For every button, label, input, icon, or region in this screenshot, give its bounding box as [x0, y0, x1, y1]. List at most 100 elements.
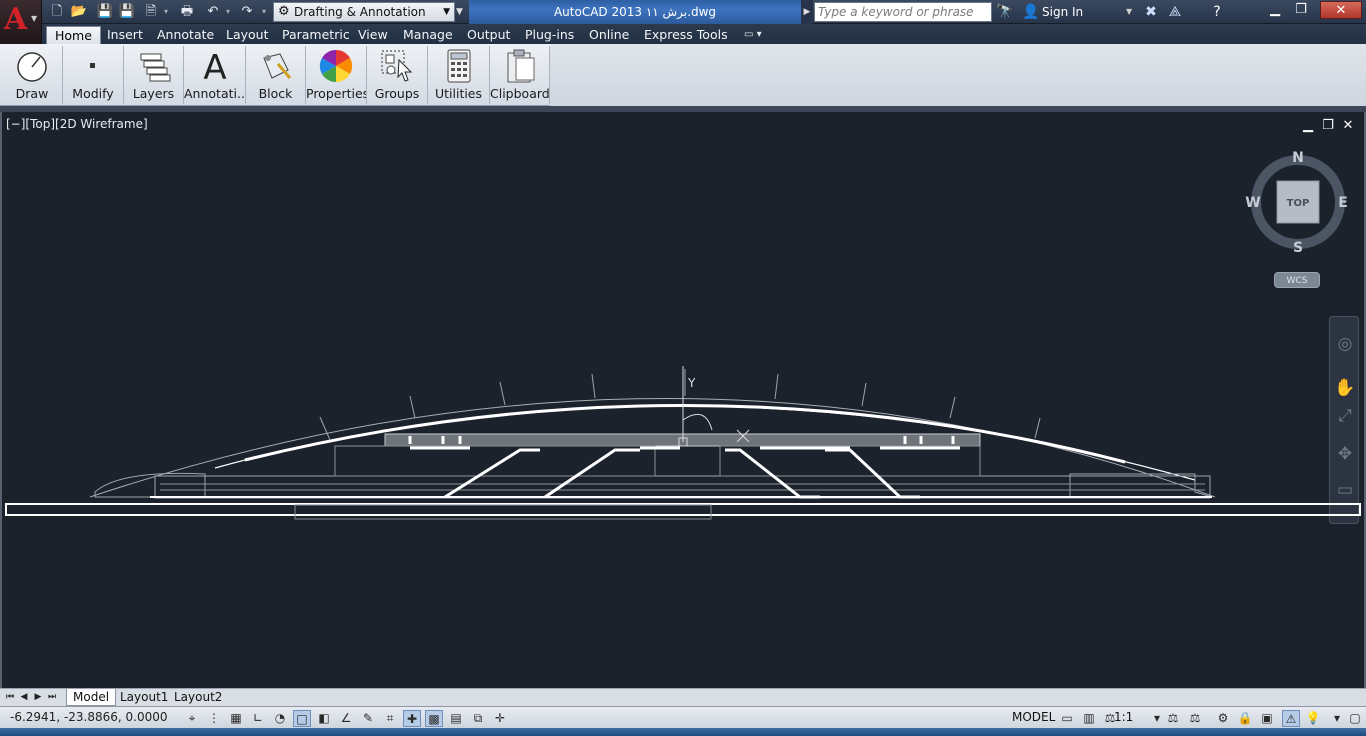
tab-output[interactable]: Output: [459, 26, 518, 44]
selection-cycling-icon[interactable]: ⧉: [469, 710, 487, 727]
undo-dropdown-icon[interactable]: ▾: [226, 3, 234, 21]
tab-express-tools[interactable]: Express Tools: [636, 26, 736, 44]
annotation-monitor-icon[interactable]: ✛: [491, 710, 509, 727]
tab-layout1[interactable]: Layout1: [114, 689, 174, 706]
infer-constraints-icon[interactable]: ⌖: [183, 710, 201, 727]
annotation-scale[interactable]: 1:1: [1114, 710, 1133, 724]
lock-icon[interactable]: 🔒: [1236, 710, 1254, 727]
3d-object-snap-icon[interactable]: ◧: [315, 710, 333, 727]
undo-icon[interactable]: ↶: [204, 3, 222, 21]
quick-view-drawings-icon[interactable]: ▥: [1080, 710, 1098, 727]
plot-icon[interactable]: 🖶: [178, 3, 196, 21]
snap-mode-icon[interactable]: ⋮: [205, 710, 223, 727]
light-bulb-icon[interactable]: 💡: [1304, 710, 1322, 727]
panel-utilities[interactable]: Utilities: [428, 46, 490, 104]
hardware-acceleration-icon[interactable]: ▣: [1258, 710, 1276, 727]
lineweight-icon[interactable]: ✚: [403, 710, 421, 727]
tab-home[interactable]: Home: [46, 26, 101, 44]
close-button[interactable]: ✕: [1320, 1, 1362, 19]
transparency-icon[interactable]: ▩: [425, 710, 443, 727]
panel-groups[interactable]: Groups: [367, 46, 428, 104]
clipboard-icon: [507, 49, 534, 83]
quick-properties-icon[interactable]: ▤: [447, 710, 465, 727]
text-icon: A: [203, 48, 226, 84]
ribbon-minimize-toggle[interactable]: ▭ ▾: [744, 28, 772, 42]
polar-tracking-icon[interactable]: ◔: [271, 710, 289, 727]
viewcube[interactable]: TOP N S E W: [1242, 148, 1354, 260]
application-menu-button[interactable]: A ▼: [0, 0, 42, 44]
publish-dropdown-icon[interactable]: ▾: [164, 3, 172, 21]
publish-icon[interactable]: 🗎: [142, 3, 160, 21]
customize-qat-icon[interactable]: ▼: [456, 2, 468, 22]
tab-parametric[interactable]: Parametric: [274, 26, 358, 44]
dynamic-ucs-icon[interactable]: ✎: [359, 710, 377, 727]
coordinate-readout[interactable]: -6.2941, -23.8866, 0.0000: [10, 710, 168, 724]
sign-in-button[interactable]: 👤 Sign In ▼: [1020, 2, 1140, 22]
autodesk-360-icon[interactable]: ⟁: [1164, 2, 1186, 22]
restore-button[interactable]: ❐: [1288, 1, 1314, 19]
last-layout-icon[interactable]: ⏭: [46, 691, 58, 704]
auto-scale-icon[interactable]: ⚖: [1186, 710, 1204, 727]
workspace-switching-icon[interactable]: ⚙: [1214, 710, 1232, 727]
tab-online[interactable]: Online: [581, 26, 637, 44]
tab-plug-ins[interactable]: Plug-ins: [517, 26, 582, 44]
panel-properties[interactable]: Properties: [306, 46, 367, 104]
panel-label: Block: [258, 86, 293, 101]
exchange-icon[interactable]: ✖: [1140, 2, 1162, 22]
tab-view[interactable]: View: [350, 26, 396, 44]
redo-icon[interactable]: ↷: [238, 3, 256, 21]
help-icon[interactable]: ?: [1206, 2, 1228, 22]
first-layout-icon[interactable]: ⏮: [4, 691, 16, 704]
annotation-visibility-icon[interactable]: ⚖: [1164, 710, 1182, 727]
tab-manage[interactable]: Manage: [395, 26, 461, 44]
panel-block[interactable]: Block: [246, 46, 306, 104]
viewport-restore-icon[interactable]: ❐: [1320, 118, 1336, 134]
viewport-minimize-icon[interactable]: ▁: [1300, 118, 1316, 134]
workspace-switcher[interactable]: ⚙ Drafting & Annotation ▼: [273, 2, 455, 22]
model-space-toggle[interactable]: MODEL: [1012, 710, 1055, 724]
compass-west[interactable]: W: [1245, 195, 1260, 211]
dynamic-input-icon[interactable]: ⌗: [381, 710, 399, 727]
minimize-button[interactable]: ▁: [1262, 1, 1288, 19]
redo-dropdown-icon[interactable]: ▾: [262, 3, 270, 21]
panel-modify[interactable]: Modify: [63, 46, 124, 104]
search-input[interactable]: Type a keyword or phrase: [814, 2, 992, 22]
tab-model[interactable]: Model: [66, 689, 117, 706]
panel-draw[interactable]: Draw: [2, 46, 63, 104]
tab-layout[interactable]: Layout: [218, 26, 277, 44]
panel-annotation[interactable]: A Annotati...: [184, 46, 246, 104]
chevron-down-icon: ▼: [1126, 7, 1133, 16]
panel-layers[interactable]: Layers: [124, 46, 184, 104]
clean-screen-icon[interactable]: ▢: [1346, 710, 1364, 727]
panel-label: Modify: [72, 86, 114, 101]
panel-label: Clipboard: [490, 86, 549, 101]
isolate-objects-icon[interactable]: ⚠: [1282, 710, 1300, 727]
status-menu-icon[interactable]: ▾: [1328, 710, 1346, 727]
wcs-menu[interactable]: WCS: [1274, 272, 1320, 288]
next-layout-icon[interactable]: ▶: [32, 691, 44, 704]
new-icon[interactable]: 🗋: [48, 3, 66, 21]
compass-east[interactable]: E: [1338, 195, 1348, 211]
compass-south[interactable]: S: [1293, 240, 1303, 256]
quick-view-layouts-icon[interactable]: ▭: [1058, 710, 1076, 727]
panel-clipboard[interactable]: Clipboard: [490, 46, 550, 104]
viewport-controls[interactable]: [−][Top][2D Wireframe]: [6, 117, 148, 131]
groups-icon: [381, 50, 413, 82]
object-snap-tracking-icon[interactable]: ∠: [337, 710, 355, 727]
save-as-icon[interactable]: 💾: [118, 3, 136, 21]
save-icon[interactable]: 💾: [96, 3, 114, 21]
viewcube-face[interactable]: TOP: [1287, 198, 1310, 209]
open-icon[interactable]: 📂: [70, 3, 88, 21]
compass-north[interactable]: N: [1292, 150, 1304, 166]
ortho-mode-icon[interactable]: ∟: [249, 710, 267, 727]
grid-display-icon[interactable]: ▦: [227, 710, 245, 727]
cad-drawing[interactable]: Y: [0, 340, 1366, 530]
viewport-close-icon[interactable]: ✕: [1340, 118, 1356, 134]
previous-layout-icon[interactable]: ◀: [18, 691, 30, 704]
tab-insert[interactable]: Insert: [99, 26, 151, 44]
tab-layout2[interactable]: Layout2: [168, 689, 228, 706]
tab-annotate[interactable]: Annotate: [149, 26, 222, 44]
binoculars-icon[interactable]: 🔭: [996, 2, 1018, 22]
object-snap-icon[interactable]: □: [293, 710, 311, 727]
expand-arrow-icon[interactable]: ▶: [801, 0, 813, 24]
